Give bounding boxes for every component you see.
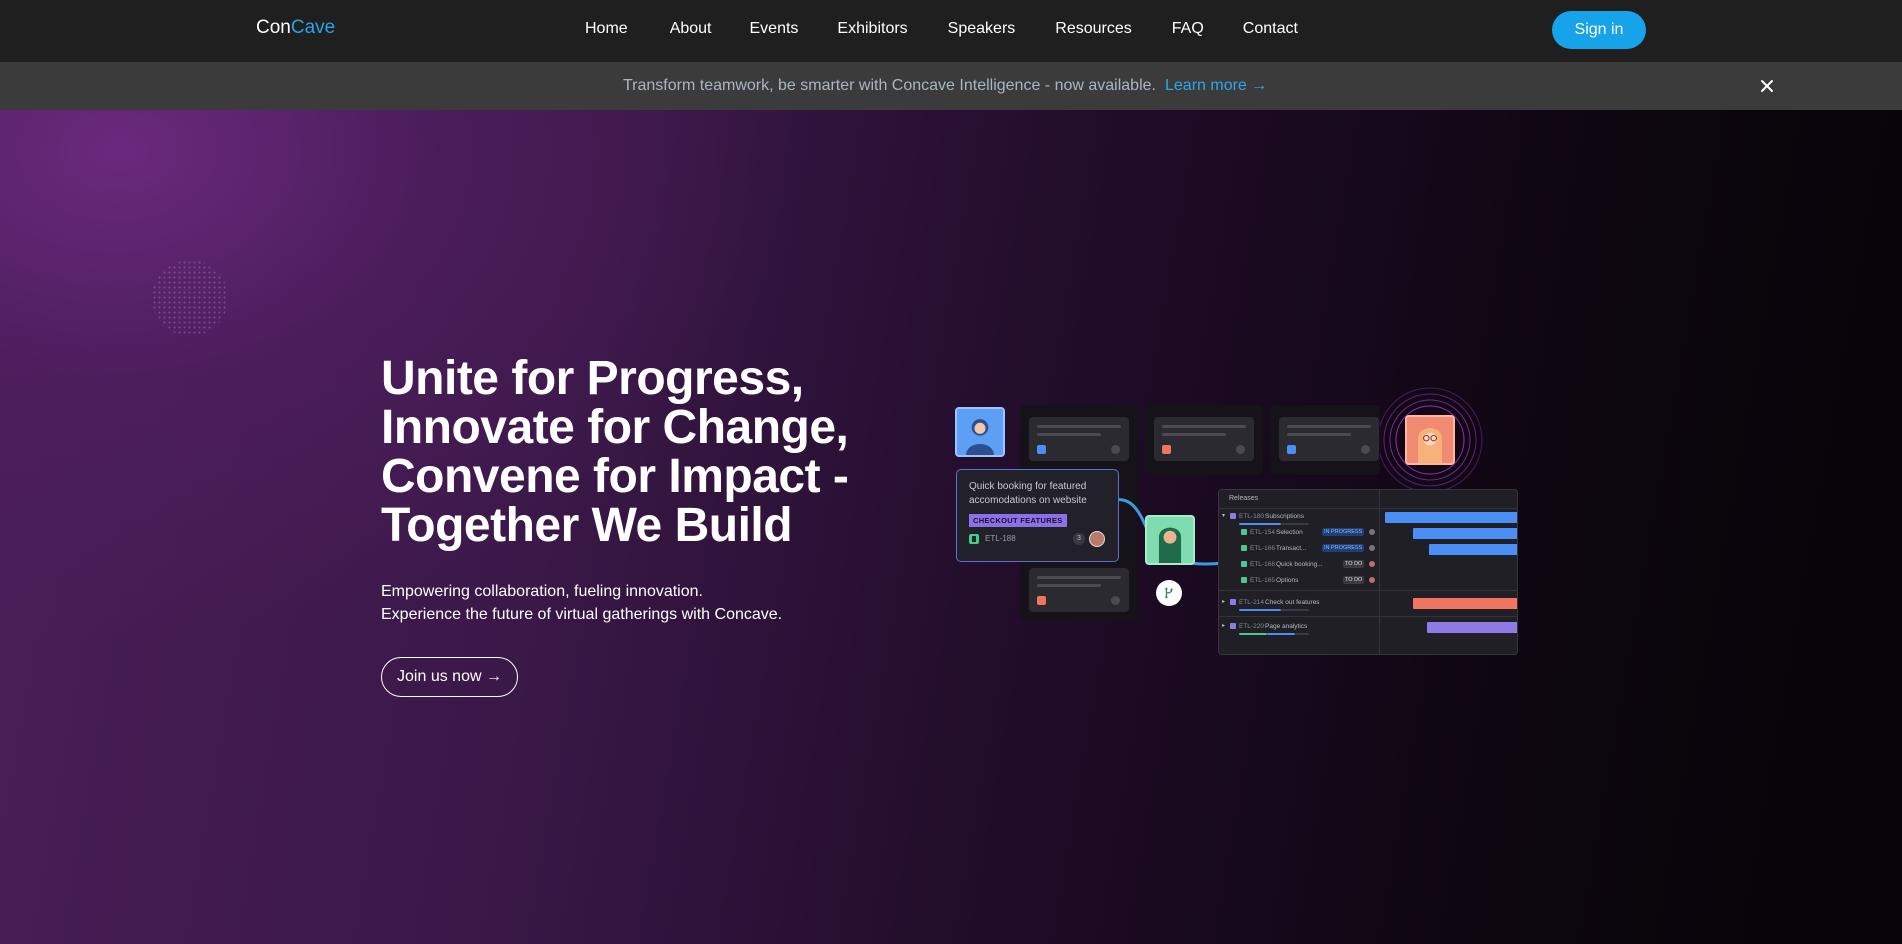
assignee-avatar — [1089, 531, 1105, 547]
kanban-card — [1279, 417, 1379, 461]
signin-button[interactable]: Sign in — [1552, 11, 1646, 49]
nav-link-about[interactable]: About — [670, 18, 712, 42]
announcement-banner: Transform teamwork, be smarter with Conc… — [0, 62, 1902, 110]
subtext-line-2: Experience the future of virtual gatheri… — [381, 606, 783, 623]
release-row: ETL-154 Selection IN PROGRESS — [1219, 526, 1379, 540]
logo-accent: Cave — [290, 17, 336, 38]
release-row: ETL-168 Quick booking... TO DO — [1219, 558, 1379, 572]
task-id: ETL-188 — [985, 534, 1016, 543]
nav-link-exhibitors[interactable]: Exhibitors — [837, 18, 907, 42]
releases-title: Releases — [1229, 495, 1259, 502]
nav-link-events[interactable]: Events — [750, 18, 799, 42]
gantt-bar — [1413, 528, 1517, 539]
kanban-card — [1029, 568, 1129, 612]
nav-link-faq[interactable]: FAQ — [1172, 18, 1204, 42]
task-count: 3 — [1073, 533, 1085, 545]
kanban-card — [1154, 417, 1254, 461]
product-illustration: Quick booking for featured accomodations… — [950, 387, 1520, 680]
headline-line-3: Convene for Impact - — [381, 450, 849, 503]
task-title: Quick booking for featured accomodations… — [969, 481, 1087, 506]
kanban-card — [1029, 417, 1129, 461]
headline-line-1: Unite for Progress, — [381, 352, 804, 405]
join-us-button[interactable]: Join us now → — [381, 657, 518, 697]
dot-pattern-decoration — [152, 260, 228, 336]
release-row: ▸ ETL-220 Page analytics — [1219, 620, 1379, 635]
user-avatar-green — [1145, 515, 1195, 565]
learn-more-link[interactable]: Learn more → — [1165, 77, 1267, 95]
gantt-bar — [1385, 512, 1517, 523]
nav-link-contact[interactable]: Contact — [1243, 18, 1298, 42]
release-row: ETL-165 Options TO DO — [1219, 574, 1379, 588]
close-icon[interactable] — [1757, 76, 1777, 96]
logo-prefix: Con — [256, 17, 291, 38]
release-row: ▾ ETL-180 Subscriptions — [1219, 510, 1379, 525]
headline-line-4: Together We Build — [381, 499, 793, 552]
task-card[interactable]: Quick booking for featured accomodations… — [956, 469, 1119, 562]
branch-icon — [1156, 580, 1182, 606]
releases-panel: Releases ▾ ETL-180 Subscriptions ETL-154… — [1218, 489, 1518, 655]
user-avatar-blue — [955, 407, 1005, 457]
user-avatar-orange — [1405, 415, 1455, 465]
task-tag: CHECKOUT FEATURES — [969, 514, 1067, 527]
hero-subtext: Empowering collaboration, fueling innova… — [381, 580, 782, 626]
nav-link-home[interactable]: Home — [585, 18, 628, 42]
gantt-bar — [1413, 598, 1517, 609]
headline-line-2: Innovate for Change, — [381, 401, 849, 454]
nav-link-resources[interactable]: Resources — [1055, 18, 1131, 42]
story-icon — [969, 534, 979, 544]
gantt-bar — [1427, 622, 1517, 633]
release-row: ▸ ETL-214 Check out features — [1219, 596, 1379, 611]
nav-link-speakers[interactable]: Speakers — [948, 18, 1016, 42]
nav-menu: Home About Events Exhibitors Speakers Re… — [585, 18, 1338, 42]
hero-headline: Unite for Progress, Innovate for Change,… — [381, 354, 941, 550]
banner-text: Transform teamwork, be smarter with Conc… — [623, 77, 1156, 94]
logo[interactable]: ConCave — [256, 17, 335, 39]
gantt-bar — [1429, 544, 1517, 555]
subtext-line-1: Empowering collaboration, fueling innova… — [381, 583, 703, 600]
top-nav: ConCave Home About Events Exhibitors Spe… — [0, 0, 1902, 62]
release-row: ETL-166 Transact... IN PROGRESS — [1219, 542, 1379, 556]
